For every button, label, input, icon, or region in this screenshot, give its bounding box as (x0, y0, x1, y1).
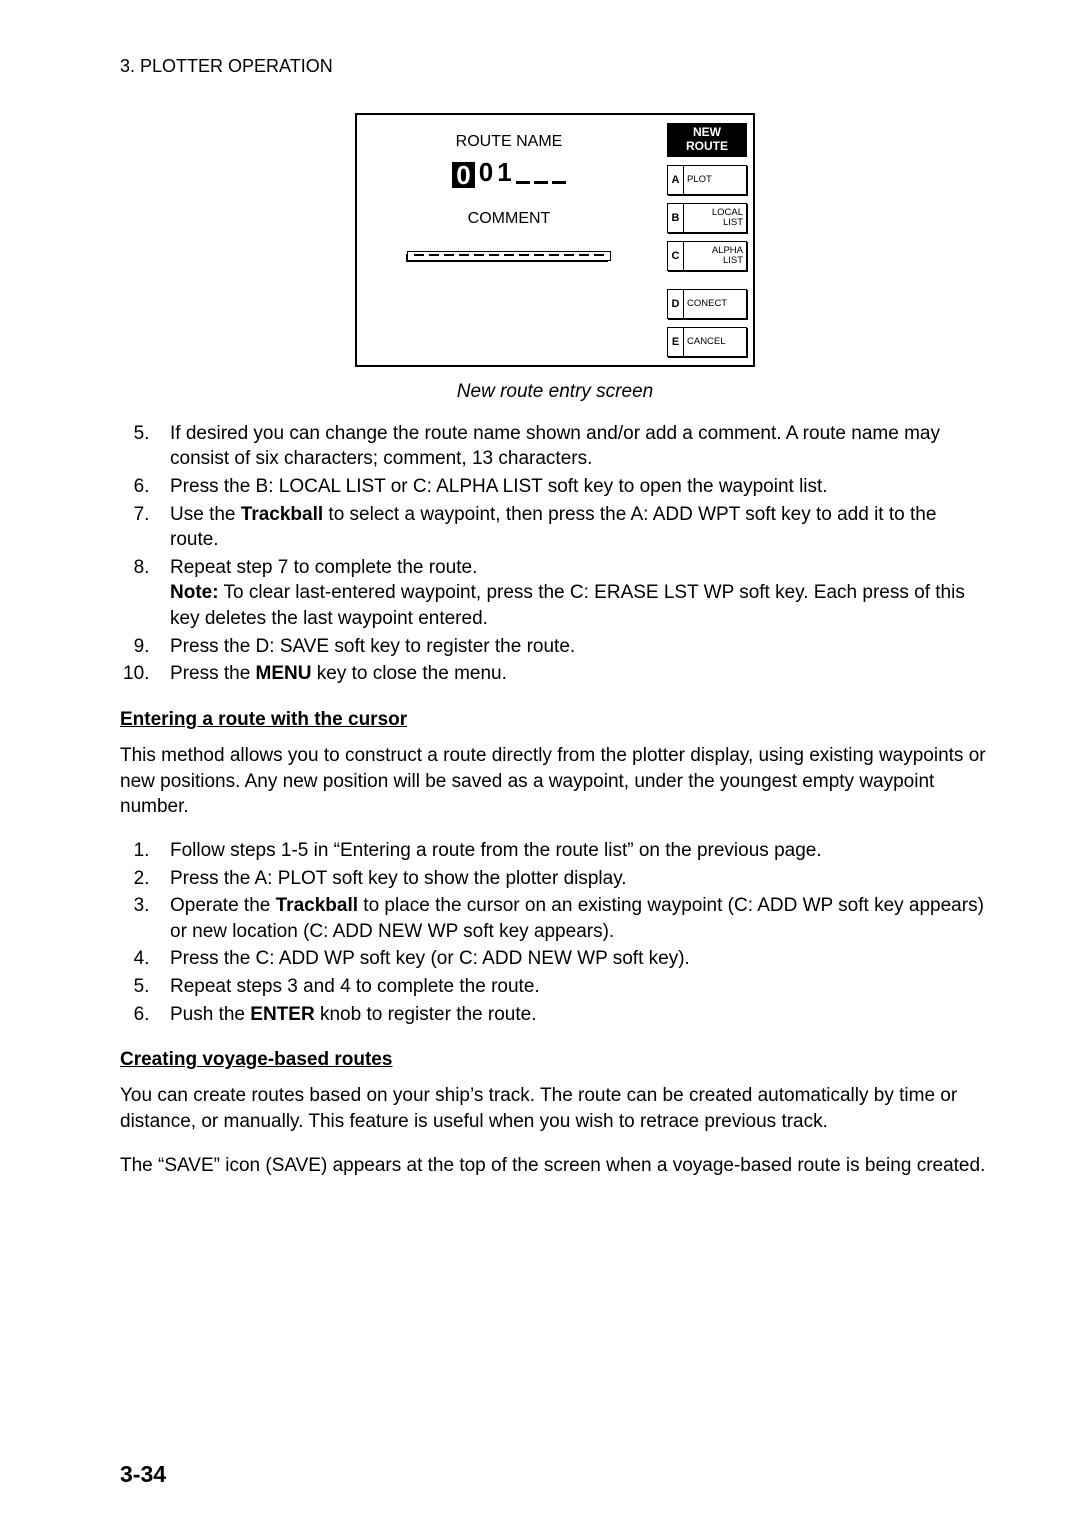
step2-4: Press the C: ADD WP soft key (or C: ADD … (160, 946, 990, 972)
trackball-term: Trackball (276, 895, 358, 916)
step-10: Press the MENU key to close the menu. (160, 661, 990, 687)
trackball-term: Trackball (241, 504, 323, 525)
route-entry-screen: ROUTE NAME 0 0 1 COMMENT (355, 113, 755, 367)
softkey-e-cancel[interactable]: E CANCEL (667, 327, 747, 357)
comment-blank (429, 254, 439, 256)
subheading-cursor-route: Entering a route with the cursor (120, 709, 990, 731)
step-7: Use the Trackball to select a waypoint, … (160, 502, 990, 553)
screen-left-panel: ROUTE NAME 0 0 1 COMMENT (357, 115, 661, 365)
comment-blank (474, 254, 484, 256)
note-label: Note: (170, 582, 219, 603)
softkey-label: CANCEL (684, 337, 746, 347)
route-name-blank (516, 181, 530, 184)
softkey-label: CONECT (684, 299, 746, 309)
paragraph-cursor-intro: This method allows you to construct a ro… (120, 743, 990, 820)
step-5: If desired you can change the route name… (160, 421, 990, 472)
softkey-column: NEWROUTE A PLOT B LOCALLIST C ALPHALIST … (661, 115, 753, 365)
page-number: 3-34 (120, 1461, 166, 1488)
softkey-c-alpha-list[interactable]: C ALPHALIST (667, 241, 747, 271)
screen-title: NEWROUTE (667, 123, 747, 157)
comment-blank (444, 254, 454, 256)
softkey-letter: D (668, 290, 684, 318)
steps-list-1: If desired you can change the route name… (120, 421, 990, 687)
comment-blank (579, 254, 589, 256)
route-name-label: ROUTE NAME (456, 133, 563, 151)
paragraph-voyage-1: You can create routes based on your ship… (120, 1083, 990, 1134)
comment-label: COMMENT (468, 210, 551, 228)
comment-blank (564, 254, 574, 256)
comment-blank (594, 254, 604, 256)
comment-blank (459, 254, 469, 256)
route-name-blank (534, 181, 548, 184)
softkey-label: PLOT (684, 175, 746, 185)
enter-knob-term: ENTER (250, 1004, 314, 1025)
step-8: Repeat step 7 to complete the route. Not… (160, 555, 990, 632)
menu-key-term: MENU (256, 663, 312, 684)
softkey-label: LOCALLIST (684, 208, 746, 228)
figure-caption: New route entry screen (120, 381, 990, 403)
paragraph-voyage-2: The “SAVE” icon (SAVE) appears at the to… (120, 1153, 990, 1179)
comment-blank (414, 254, 424, 256)
comment-field (408, 252, 610, 260)
route-name-blank (552, 181, 566, 184)
route-name-char-2: 1 (497, 157, 511, 188)
step2-6: Push the ENTER knob to register the rout… (160, 1002, 990, 1028)
figure-container: ROUTE NAME 0 0 1 COMMENT (120, 113, 990, 367)
comment-blank (504, 254, 514, 256)
step2-3: Operate the Trackball to place the curso… (160, 893, 990, 944)
softkey-a-plot[interactable]: A PLOT (667, 165, 747, 195)
step-9: Press the D: SAVE soft key to register t… (160, 634, 990, 660)
softkey-letter: C (668, 242, 684, 270)
route-name-char-1: 0 (479, 157, 493, 188)
step2-1: Follow steps 1-5 in “Entering a route fr… (160, 838, 990, 864)
comment-blank (549, 254, 559, 256)
comment-blank (534, 254, 544, 256)
softkey-label: ALPHALIST (684, 246, 746, 266)
comment-blank (519, 254, 529, 256)
comment-blank (489, 254, 499, 256)
step-6: Press the B: LOCAL LIST or C: ALPHA LIST… (160, 474, 990, 500)
page-header: 3. PLOTTER OPERATION (120, 56, 990, 77)
steps-list-2: Follow steps 1-5 in “Entering a route fr… (120, 838, 990, 1027)
route-name-value: 0 0 1 (452, 157, 565, 188)
softkey-letter: E (668, 328, 684, 356)
step2-2: Press the A: PLOT soft key to show the p… (160, 866, 990, 892)
softkey-letter: A (668, 166, 684, 194)
softkey-d-conect[interactable]: D CONECT (667, 289, 747, 319)
subheading-voyage-routes: Creating voyage-based routes (120, 1049, 990, 1071)
softkey-letter: B (668, 204, 684, 232)
softkey-b-local-list[interactable]: B LOCALLIST (667, 203, 747, 233)
step2-5: Repeat steps 3 and 4 to complete the rou… (160, 974, 990, 1000)
route-name-char-0: 0 (452, 162, 474, 188)
